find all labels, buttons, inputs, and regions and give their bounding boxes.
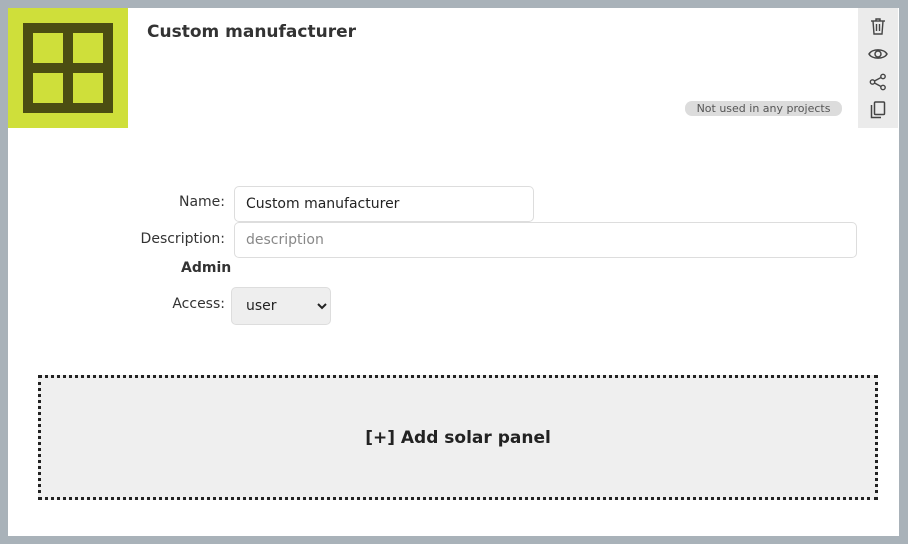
name-field[interactable] <box>234 186 534 222</box>
access-label: Access: <box>172 296 225 312</box>
delete-button[interactable] <box>867 15 889 37</box>
description-label: Description: <box>140 231 225 247</box>
manufacturer-logo <box>8 8 128 128</box>
copy-icon <box>870 101 886 119</box>
share-icon <box>869 73 886 91</box>
trash-icon <box>871 18 885 35</box>
page-title: Custom manufacturer <box>147 22 356 42</box>
copy-button[interactable] <box>867 99 889 121</box>
description-field[interactable] <box>234 222 857 258</box>
add-solar-panel-button[interactable]: [+] Add solar panel <box>38 375 878 500</box>
manufacturer-card: Custom manufacturer Not used in any proj… <box>8 8 899 536</box>
action-toolbar <box>858 8 898 128</box>
access-select[interactable]: user <box>231 287 331 325</box>
name-label: Name: <box>178 194 225 210</box>
share-button[interactable] <box>867 71 889 93</box>
view-button[interactable] <box>867 43 889 65</box>
admin-heading: Admin <box>181 260 232 276</box>
usage-badge: Not used in any projects <box>685 101 842 116</box>
eye-icon <box>868 49 888 59</box>
add-solar-panel-label: [+] Add solar panel <box>365 427 551 448</box>
window-grid-icon <box>23 23 113 113</box>
